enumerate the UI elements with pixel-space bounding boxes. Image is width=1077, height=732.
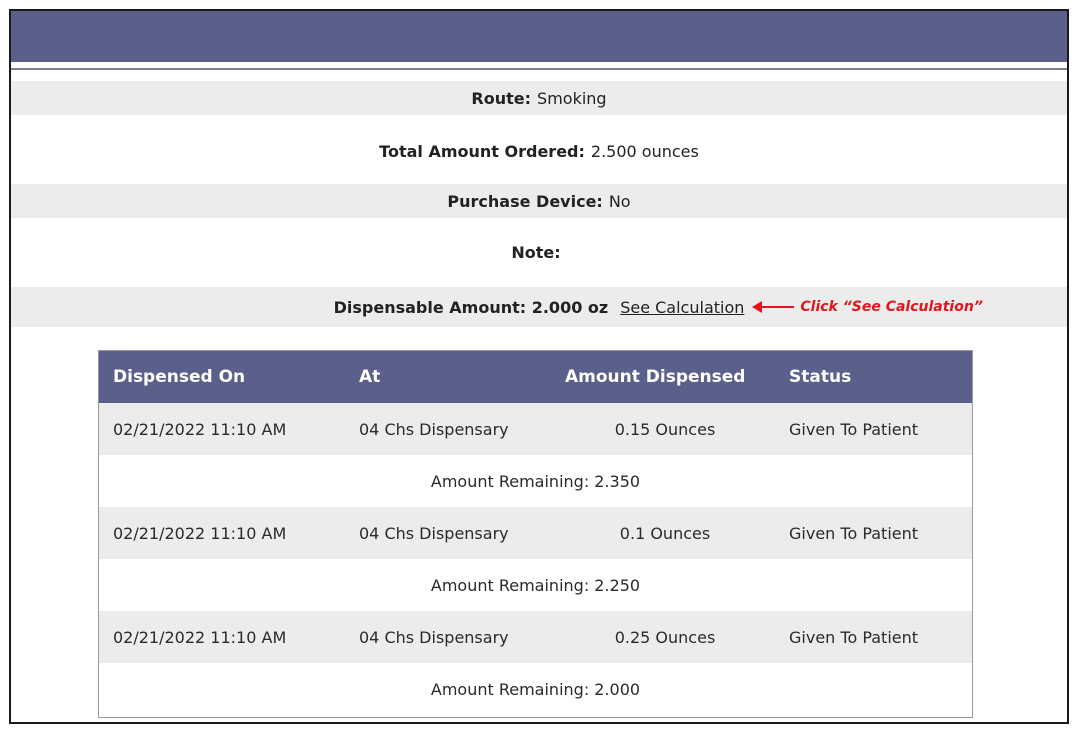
cell-status: Given To Patient (789, 627, 919, 647)
cell-dispensed-on: 02/21/2022 11:10 AM (113, 627, 287, 647)
header-amount-dispensed: Amount Dispensed (565, 367, 746, 387)
cell-status: Given To Patient (789, 523, 919, 543)
dispensable-amount-label: Dispensable Amount: 2.000 oz (333, 297, 609, 317)
cell-amount: 0.1 Ounces (619, 523, 711, 543)
cell-amount-remaining: Amount Remaining: 2.000 (430, 679, 641, 699)
remaining-row: Amount Remaining: 2.000 (99, 663, 972, 715)
route-label: Route: (471, 88, 532, 108)
callout-annotation: Click “See Calculation” (752, 299, 983, 315)
see-calculation-link[interactable]: See Calculation (620, 298, 744, 317)
cell-dispensed-on: 02/21/2022 11:10 AM (113, 419, 287, 439)
cell-amount: 0.15 Ounces (614, 419, 716, 439)
header-status: Status (789, 367, 852, 387)
order-details-panel: Route: Smoking Total Amount Ordered: 2.5… (9, 9, 1069, 724)
total-amount-row: Total Amount Ordered: 2.500 ounces (11, 134, 1067, 168)
table-row: 02/21/2022 11:10 AM 04 Chs Dispensary 0.… (99, 507, 972, 559)
total-amount-value: 2.500 ounces (590, 141, 699, 161)
panel-header-bar (11, 11, 1067, 62)
cell-status: Given To Patient (789, 419, 919, 439)
total-amount-label: Total Amount Ordered: (379, 141, 585, 161)
remaining-row: Amount Remaining: 2.250 (99, 559, 972, 611)
cell-amount-remaining: Amount Remaining: 2.250 (430, 575, 641, 595)
dispense-history-table: Dispensed On At Amount Dispensed Status … (98, 350, 973, 718)
header-dispensed-on: Dispensed On (113, 367, 246, 387)
purchase-device-row: Purchase Device: No (11, 184, 1067, 218)
purchase-device-value: No (608, 191, 631, 211)
cell-amount-remaining: Amount Remaining: 2.350 (430, 471, 641, 491)
note-label: Note: (511, 242, 561, 262)
route-value: Smoking (537, 88, 607, 108)
route-row: Route: Smoking (11, 81, 1067, 115)
table-header-row: Dispensed On At Amount Dispensed Status (99, 351, 972, 403)
dispensable-amount-row: Dispensable Amount: 2.000 oz See Calcula… (11, 287, 1067, 327)
note-row: Note: (11, 235, 1067, 269)
table-row: 02/21/2022 11:10 AM 04 Chs Dispensary 0.… (99, 611, 972, 663)
cell-at: 04 Chs Dispensary (359, 627, 509, 647)
dispensable-amount-group: Dispensable Amount: 2.000 oz See Calcula… (333, 297, 983, 317)
header-divider (11, 68, 1067, 70)
remaining-row: Amount Remaining: 2.350 (99, 455, 972, 507)
table-row: 02/21/2022 11:10 AM 04 Chs Dispensary 0.… (99, 403, 972, 455)
cell-dispensed-on: 02/21/2022 11:10 AM (113, 523, 287, 543)
purchase-device-label: Purchase Device: (447, 191, 603, 211)
cell-amount: 0.25 Ounces (614, 627, 716, 647)
callout-text: Click “See Calculation” (800, 299, 983, 315)
cell-at: 04 Chs Dispensary (359, 419, 509, 439)
header-at: At (359, 367, 381, 387)
left-arrow-icon (752, 301, 795, 313)
cell-at: 04 Chs Dispensary (359, 523, 509, 543)
